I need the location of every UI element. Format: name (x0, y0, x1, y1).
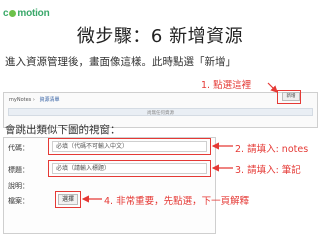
code-label: 代碼： (8, 144, 29, 152)
code-field-highlight (48, 138, 211, 155)
step3-annotation: 3. 請填入: 筆記 (235, 165, 301, 176)
select-button-highlight (55, 191, 81, 208)
step4-annotation: 4. 非常重要，先點選，下一頁解釋 (104, 196, 250, 207)
description-label: 說明： (8, 182, 29, 190)
arrow-step1 (267, 82, 278, 93)
popup-intro-text: 會跳出類似下圖的視窗： (5, 124, 121, 136)
step1-annotation: 1. 點選這裡 (201, 80, 252, 91)
cmotion-logo: c motion (3, 7, 50, 19)
file-label: 檔案： (8, 197, 29, 205)
step2-annotation: 2. 請填入: notes (235, 144, 309, 155)
intro-text: 進入資源管理後，畫面像這樣。此時點選「新增」 (5, 56, 236, 68)
title-field-highlight (48, 160, 211, 177)
logo-dot-icon (9, 9, 17, 17)
add-button-highlight (277, 90, 301, 104)
breadcrumb: myNotes › 資源清單 (9, 97, 60, 103)
slide-title: 微步驟：6 新增資源 (76, 26, 244, 47)
title-label: 標題： (8, 166, 29, 174)
empty-list-bar: 尚無任何資源 (8, 108, 313, 116)
